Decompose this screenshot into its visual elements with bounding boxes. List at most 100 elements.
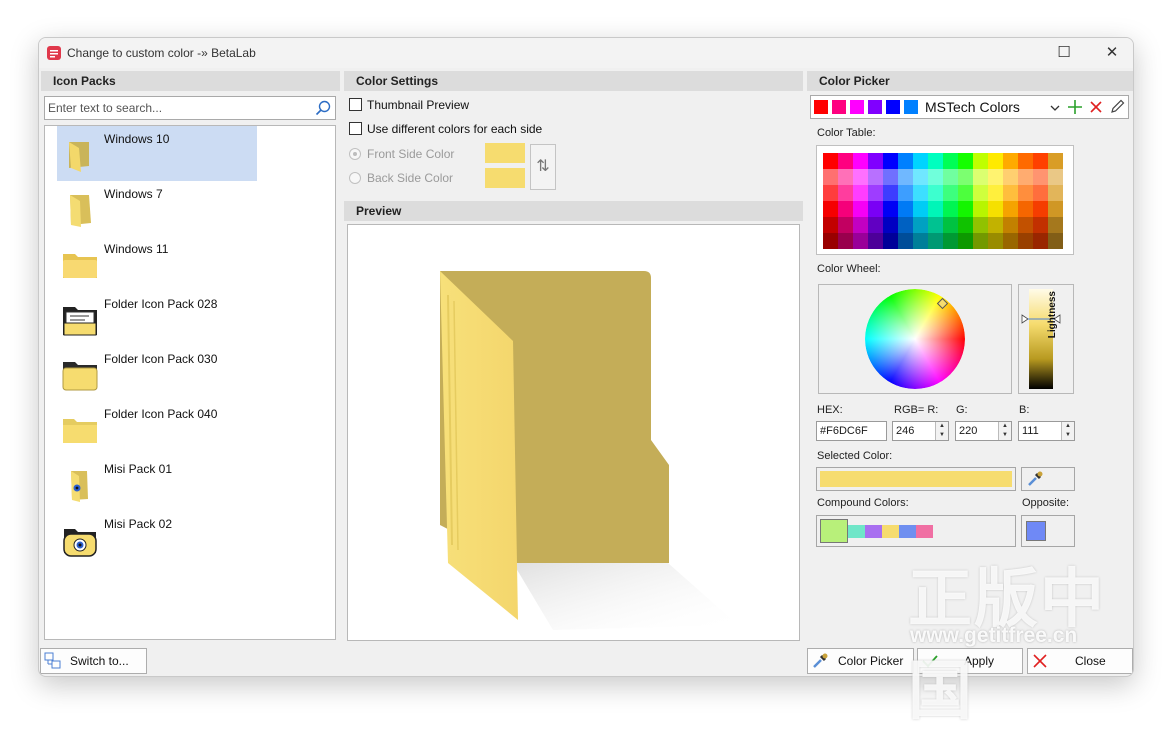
color-table-cell[interactable] bbox=[1018, 233, 1033, 249]
color-table-cell[interactable] bbox=[883, 185, 898, 201]
color-table-cell[interactable] bbox=[1048, 169, 1063, 185]
apply-button[interactable]: Apply bbox=[917, 648, 1023, 674]
color-table-cell[interactable] bbox=[988, 233, 1003, 249]
color-table-cell[interactable] bbox=[883, 169, 898, 185]
maximize-button[interactable]: ☐ bbox=[1052, 42, 1076, 64]
color-table-cell[interactable] bbox=[868, 153, 883, 169]
color-table-cell[interactable] bbox=[928, 201, 943, 217]
close-button[interactable]: Close bbox=[1027, 648, 1133, 674]
color-table-cell[interactable] bbox=[988, 201, 1003, 217]
compound-color-swatch[interactable] bbox=[848, 525, 865, 538]
color-table-cell[interactable] bbox=[853, 233, 868, 249]
color-table-cell[interactable] bbox=[1033, 185, 1048, 201]
color-table-cell[interactable] bbox=[823, 201, 838, 217]
color-table-cell[interactable] bbox=[928, 153, 943, 169]
color-table-cell[interactable] bbox=[868, 185, 883, 201]
icon-pack-item[interactable]: Folder Icon Pack 028 bbox=[57, 291, 257, 346]
palette-selector[interactable]: MSTech Colors bbox=[810, 95, 1129, 119]
color-table-cell[interactable] bbox=[913, 217, 928, 233]
thumbnail-preview-checkbox[interactable] bbox=[349, 98, 362, 111]
red-stepper[interactable]: 246 ▲ ▼ bbox=[892, 421, 949, 441]
red-spin[interactable]: ▲ ▼ bbox=[935, 422, 948, 440]
front-side-swatch[interactable] bbox=[485, 143, 525, 163]
color-table-cell[interactable] bbox=[1018, 185, 1033, 201]
color-table-cell[interactable] bbox=[958, 217, 973, 233]
color-table-cell[interactable] bbox=[838, 217, 853, 233]
blue-spin[interactable]: ▲ ▼ bbox=[1061, 422, 1074, 440]
different-colors-checkbox[interactable] bbox=[349, 122, 362, 135]
color-table-cell[interactable] bbox=[853, 201, 868, 217]
green-spin[interactable]: ▲ ▼ bbox=[998, 422, 1011, 440]
color-table-cell[interactable] bbox=[913, 201, 928, 217]
color-wheel[interactable] bbox=[819, 285, 1011, 393]
color-table-cell[interactable] bbox=[868, 201, 883, 217]
color-table[interactable] bbox=[816, 145, 1074, 255]
color-table-cell[interactable] bbox=[1048, 201, 1063, 217]
color-table-cell[interactable] bbox=[853, 169, 868, 185]
back-side-radio[interactable] bbox=[349, 172, 361, 184]
color-table-cell[interactable] bbox=[928, 169, 943, 185]
compound-color-swatch[interactable] bbox=[865, 525, 882, 538]
color-table-cell[interactable] bbox=[1033, 201, 1048, 217]
color-table-cell[interactable] bbox=[1033, 233, 1048, 249]
swap-colors-button[interactable]: ⇅ bbox=[530, 144, 556, 190]
color-table-cell[interactable] bbox=[958, 201, 973, 217]
compound-color-swatch[interactable] bbox=[882, 525, 899, 538]
color-table-cell[interactable] bbox=[898, 185, 913, 201]
color-table-cell[interactable] bbox=[988, 217, 1003, 233]
color-table-cell[interactable] bbox=[838, 201, 853, 217]
color-table-cell[interactable] bbox=[898, 201, 913, 217]
color-table-cell[interactable] bbox=[1033, 217, 1048, 233]
color-table-cell[interactable] bbox=[973, 201, 988, 217]
color-table-cell[interactable] bbox=[853, 217, 868, 233]
color-table-cell[interactable] bbox=[883, 153, 898, 169]
color-table-cell[interactable] bbox=[1033, 169, 1048, 185]
icon-pack-item[interactable]: Folder Icon Pack 040 bbox=[57, 401, 257, 456]
color-table-cell[interactable] bbox=[913, 169, 928, 185]
switch-to-button[interactable]: Switch to... bbox=[40, 648, 147, 674]
color-table-cell[interactable] bbox=[1048, 185, 1063, 201]
color-table-cell[interactable] bbox=[1018, 169, 1033, 185]
color-table-cell[interactable] bbox=[853, 185, 868, 201]
hex-input[interactable]: #F6DC6F bbox=[816, 421, 887, 441]
color-table-cell[interactable] bbox=[973, 153, 988, 169]
blue-stepper[interactable]: 111 ▲ ▼ bbox=[1018, 421, 1075, 441]
color-table-cell[interactable] bbox=[1003, 233, 1018, 249]
color-table-cell[interactable] bbox=[1018, 201, 1033, 217]
palette-swatch[interactable] bbox=[850, 100, 864, 114]
color-table-cell[interactable] bbox=[958, 169, 973, 185]
color-table-cell[interactable] bbox=[943, 185, 958, 201]
compound-color-swatch[interactable] bbox=[820, 519, 848, 543]
color-table-cell[interactable] bbox=[943, 217, 958, 233]
chevron-down-icon[interactable] bbox=[1049, 102, 1061, 114]
color-table-cell[interactable] bbox=[898, 217, 913, 233]
back-side-swatch[interactable] bbox=[485, 168, 525, 188]
green-stepper[interactable]: 220 ▲ ▼ bbox=[955, 421, 1012, 441]
color-table-cell[interactable] bbox=[898, 233, 913, 249]
color-picker-button[interactable]: Color Picker bbox=[807, 648, 914, 674]
palette-swatch[interactable] bbox=[832, 100, 846, 114]
color-table-cell[interactable] bbox=[883, 201, 898, 217]
color-table-cell[interactable] bbox=[943, 233, 958, 249]
compound-color-swatch[interactable] bbox=[899, 525, 916, 538]
color-table-cell[interactable] bbox=[913, 233, 928, 249]
color-table-cell[interactable] bbox=[973, 217, 988, 233]
color-table-cell[interactable] bbox=[943, 201, 958, 217]
color-table-cell[interactable] bbox=[1048, 153, 1063, 169]
icon-pack-item[interactable]: Misi Pack 02 bbox=[57, 511, 257, 566]
color-table-cell[interactable] bbox=[958, 185, 973, 201]
color-table-cell[interactable] bbox=[838, 169, 853, 185]
color-table-cell[interactable] bbox=[928, 185, 943, 201]
color-table-cell[interactable] bbox=[1048, 217, 1063, 233]
color-table-cell[interactable] bbox=[853, 153, 868, 169]
color-table-cell[interactable] bbox=[928, 217, 943, 233]
color-table-cell[interactable] bbox=[958, 233, 973, 249]
color-table-cell[interactable] bbox=[1048, 233, 1063, 249]
color-table-cell[interactable] bbox=[1018, 153, 1033, 169]
color-table-cell[interactable] bbox=[928, 233, 943, 249]
color-table-cell[interactable] bbox=[823, 233, 838, 249]
color-table-cell[interactable] bbox=[1003, 153, 1018, 169]
add-icon[interactable] bbox=[1067, 99, 1083, 115]
search-icon[interactable] bbox=[314, 99, 332, 117]
icon-pack-item[interactable]: Windows 7 bbox=[57, 181, 257, 236]
